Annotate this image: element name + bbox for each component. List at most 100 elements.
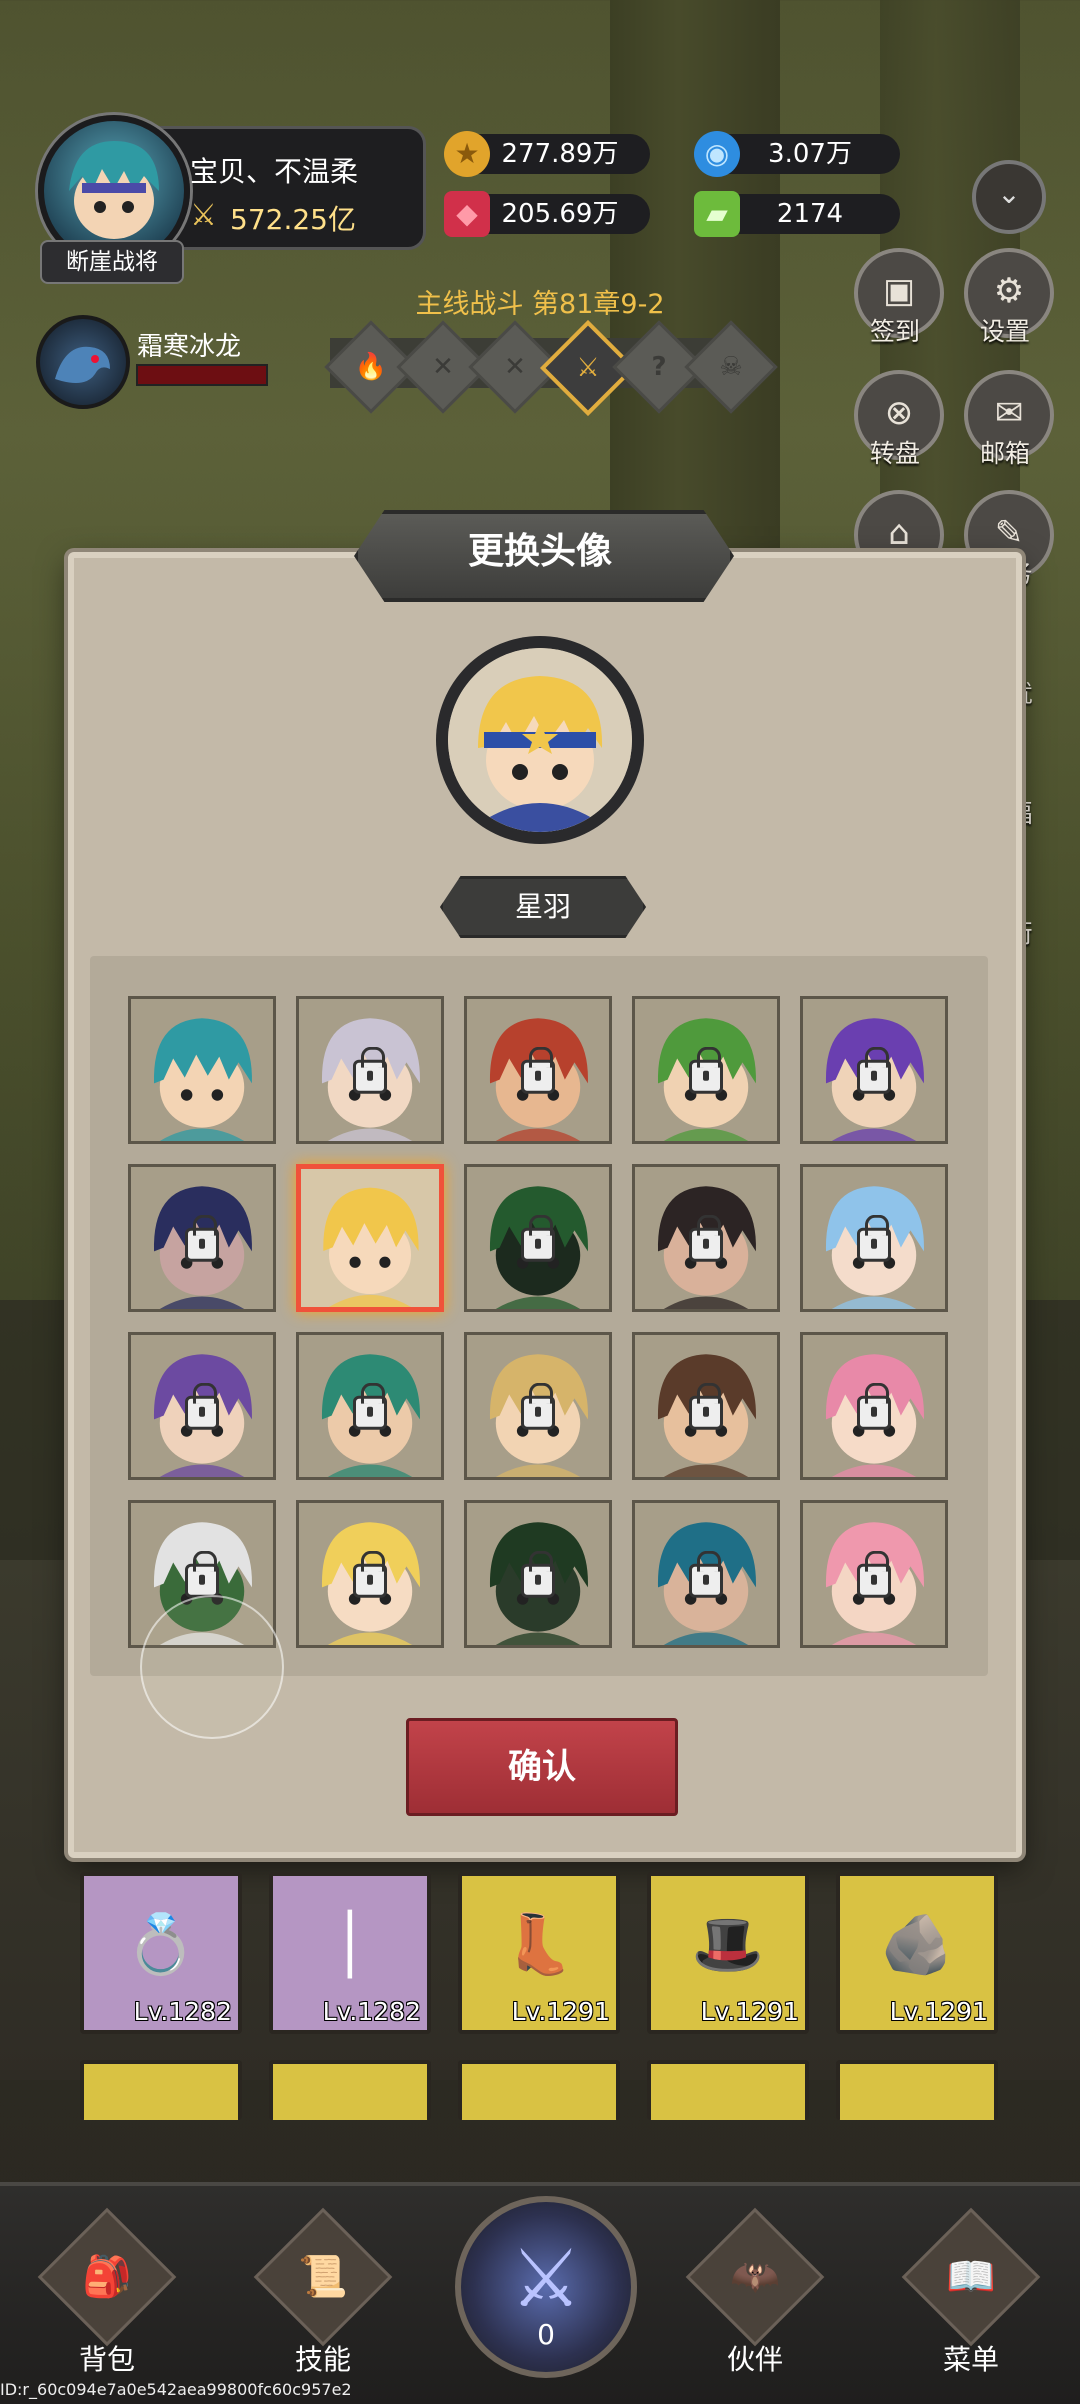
avatar-option[interactable] [464, 1500, 612, 1648]
combat-power: 572.25亿 [230, 203, 356, 236]
equipment-slot[interactable] [836, 2060, 998, 2120]
equipment-slot[interactable] [269, 2060, 431, 2120]
lock-icon [353, 1550, 387, 1598]
lock-icon [521, 1214, 555, 1262]
avatar-option[interactable] [632, 1500, 780, 1648]
dialog-title: 更换头像 [467, 531, 612, 572]
spear-icon: │ [332, 1910, 368, 1978]
equipment-level: Lv.1291 [511, 1997, 610, 2026]
red-gem-icon: ◆ [444, 191, 490, 237]
lock-icon [689, 1382, 723, 1430]
crossed-swords-icon: ⚔ [190, 198, 217, 233]
nav-battle[interactable]: ⚔ 0 [455, 2196, 637, 2378]
avatar-option[interactable] [632, 1164, 780, 1312]
avatar-option[interactable] [296, 1332, 444, 1480]
book-icon: 📖 [901, 2207, 1041, 2347]
equipment-slot[interactable]: 👢 Lv.1291 [458, 1872, 620, 2034]
chevron-down-icon: ⌄ [997, 177, 1021, 210]
player-title-badge: 断崖战将 [40, 240, 184, 284]
avatar-option[interactable] [800, 1164, 948, 1312]
companion-name: 霜寒冰龙 [137, 332, 242, 362]
dragon-wing-icon: 🦇 [685, 2207, 825, 2347]
nav-skills[interactable]: 📜 技能 [248, 2207, 398, 2378]
avatar-option[interactable] [632, 1332, 780, 1480]
equipment-slot[interactable]: 🪨 Lv.1291 [836, 1872, 998, 2034]
avatar-option[interactable] [128, 996, 276, 1144]
boots-icon: 👢 [502, 1910, 576, 1978]
lock-icon [521, 1046, 555, 1094]
selected-avatar-name: 星羽 [440, 876, 646, 938]
resource-blue-orb: 3.07万 [720, 134, 900, 174]
ice-dragon-icon [55, 346, 110, 383]
avatar-option[interactable] [800, 996, 948, 1144]
scroll-icon: ✎ [994, 513, 1024, 553]
character-portrait-icon [153, 1018, 252, 1141]
equipment-level: Lv.1282 [322, 1997, 421, 2026]
envelope-icon: ✉ [994, 393, 1024, 433]
lock-icon [521, 1550, 555, 1598]
lock-icon [185, 1382, 219, 1430]
expand-menu-button[interactable]: ⌄ [972, 160, 1046, 234]
resource-ticket: 2174 [720, 194, 900, 234]
rune-stone-icon: 🪨 [880, 1910, 954, 1978]
equipment-slot[interactable] [647, 2060, 809, 2120]
lock-icon [689, 1214, 723, 1262]
lock-icon [857, 1046, 891, 1094]
avatar-option[interactable] [128, 1164, 276, 1312]
selected-avatar-preview [448, 648, 632, 832]
avatar-option[interactable] [464, 1332, 612, 1480]
avatar-option[interactable] [632, 996, 780, 1144]
wheel-icon: ⊗ [884, 393, 914, 433]
avatar-option[interactable] [296, 1500, 444, 1648]
wheel-label: 转盘 [869, 439, 920, 468]
equipment-slot[interactable]: 💍 Lv.1282 [80, 1872, 242, 2034]
equipment-level: Lv.1291 [889, 1997, 988, 2026]
green-ticket-icon: ▰ [694, 191, 740, 237]
touch-indicator [140, 1595, 284, 1739]
calendar-icon: ▣ [882, 271, 916, 311]
character-portrait-icon [323, 1187, 419, 1307]
user-id-label: ID:r_60c094e7a0e542aea99800fc60c957e2 [0, 2380, 352, 2399]
lock-icon [689, 1550, 723, 1598]
lock-icon [185, 1550, 219, 1598]
equipment-slot[interactable] [458, 2060, 620, 2120]
resource-red-gem: 205.69万 [470, 194, 650, 234]
avatar-option[interactable] [128, 1332, 276, 1480]
blue-orb-icon: ◉ [694, 131, 740, 177]
gear-icon: ⚙ [993, 271, 1025, 311]
skill-scroll-icon: 📜 [253, 2207, 393, 2347]
equipment-level: Lv.1291 [700, 1997, 799, 2026]
nav-bag[interactable]: 🎒 背包 [32, 2207, 182, 2378]
equipment-level: Lv.1282 [133, 1997, 232, 2026]
star-hero-portrait-icon [448, 648, 632, 832]
avatar-option-selected[interactable] [296, 1164, 444, 1312]
lock-icon [353, 1382, 387, 1430]
companion-hp-bar [136, 364, 268, 386]
avatar-grid-panel [90, 956, 988, 1676]
equipment-slot[interactable] [80, 2060, 242, 2120]
avatar-option[interactable] [464, 1164, 612, 1312]
nav-partner[interactable]: 🦇 伙伴 [680, 2207, 830, 2378]
nav-menu[interactable]: 📖 菜单 [896, 2207, 1046, 2378]
checkin-label: 签到 [869, 317, 920, 346]
avatar-option[interactable] [800, 1332, 948, 1480]
player-name: 宝贝、不温柔 [190, 155, 359, 188]
settings-label: 设置 [979, 317, 1030, 346]
shop-icon: ⌂ [888, 513, 910, 553]
lock-icon [857, 1550, 891, 1598]
avatar-option[interactable] [800, 1500, 948, 1648]
lock-icon [521, 1382, 555, 1430]
lock-icon [857, 1214, 891, 1262]
resource-gold: 277.89万 [470, 134, 650, 174]
avatar-option[interactable] [464, 996, 612, 1144]
avatar-grid [128, 996, 948, 1648]
confirm-button[interactable]: 确认 [406, 1718, 678, 1816]
lock-icon [857, 1382, 891, 1430]
avatar-option[interactable] [296, 996, 444, 1144]
lock-icon [689, 1046, 723, 1094]
companion-avatar[interactable] [36, 315, 130, 409]
equipment-slot[interactable]: │ Lv.1282 [269, 1872, 431, 2034]
equipment-slot[interactable]: 🎩 Lv.1291 [647, 1872, 809, 2034]
lock-icon [353, 1046, 387, 1094]
backpack-icon: 🎒 [37, 2207, 177, 2347]
